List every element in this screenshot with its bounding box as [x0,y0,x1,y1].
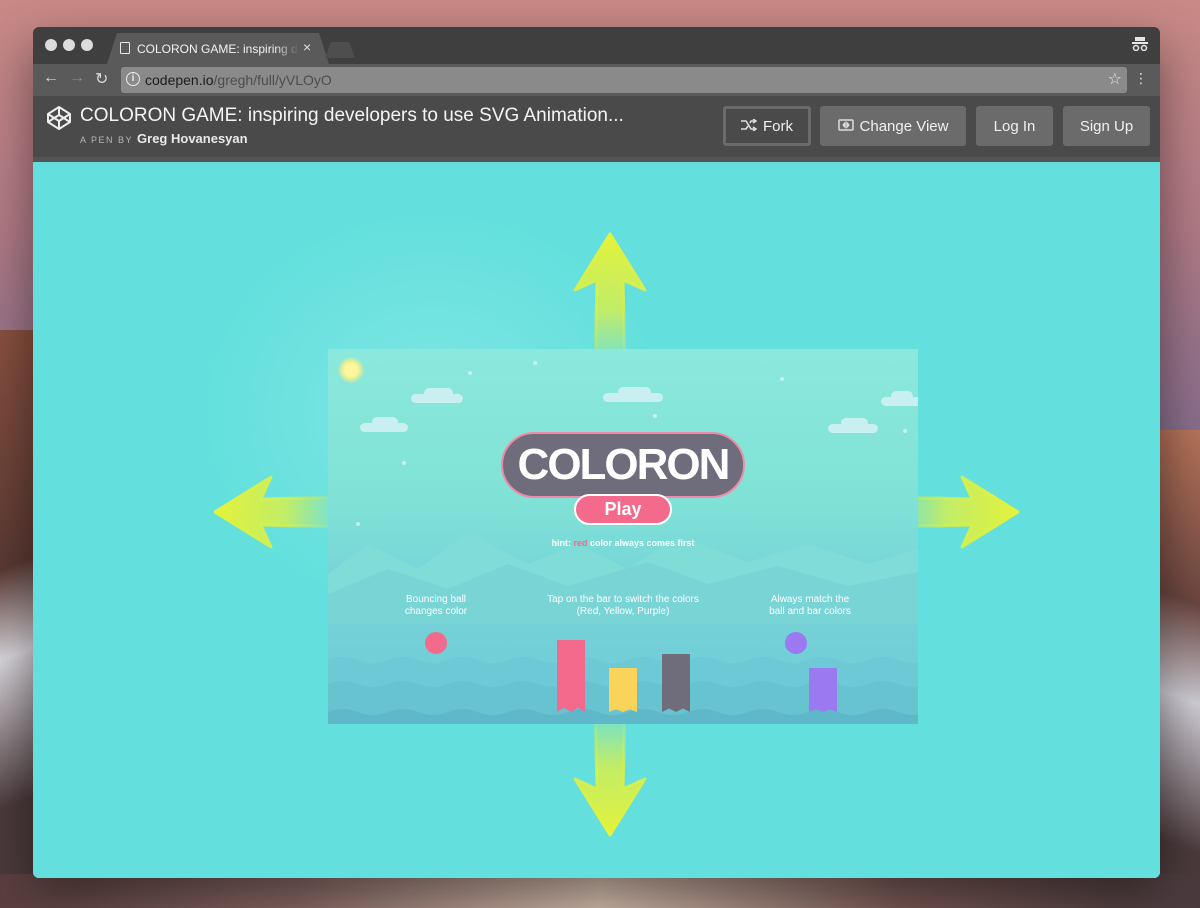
instruction-right: Always match the ball and bar colors [753,594,867,618]
dark-bar[interactable] [662,654,690,712]
change-view-label: Change View [859,117,949,135]
fork-icon [741,117,758,134]
pen-author[interactable]: Greg Hovanesyan [137,131,248,146]
game-title: COLORON [501,432,745,498]
hint-text: hint: red color always comes first [328,538,918,548]
red-bar[interactable] [557,640,585,712]
sun-icon [338,357,364,383]
play-button[interactable]: Play [574,494,672,525]
particle [903,429,907,433]
particle [402,461,406,465]
bookmark-star-icon[interactable]: ☆ [1108,69,1122,89]
address-bar[interactable]: i codepen.io/gregh/full/yVLOyO ☆ [121,67,1127,93]
cloud-icon [603,387,663,402]
hint-suffix: color always comes first [587,538,695,548]
game-canvas[interactable]: COLORON Play hint: red color always come… [328,349,918,724]
yellow-bar[interactable] [609,668,637,712]
log-in-button[interactable]: Log In [976,106,1053,146]
codepen-header: COLORON GAME: inspiring developers to us… [33,96,1160,157]
instruction-left-line2: changes color [404,606,468,617]
close-window-button[interactable] [45,39,57,51]
tab-title: COLORON GAME: inspiring developers to us… [137,42,299,56]
instruction-center-line1: Tap on the bar to switch the colors [547,594,699,605]
instruction-center-line2: (Red, Yellow, Purple) [576,606,670,617]
arrow-left-icon [213,475,343,549]
zoom-window-button[interactable] [81,39,93,51]
tab-bar: COLORON GAME: inspiring developers to us… [33,27,1160,64]
browser-tab[interactable]: COLORON GAME: inspiring developers to us… [107,33,329,64]
purple-ball [785,632,807,654]
change-view-icon [837,118,854,134]
pen-preview: COLORON Play hint: red color always come… [33,162,1160,878]
purple-bar[interactable] [809,668,837,712]
red-ball [425,632,447,654]
hint-prefix: hint: [551,538,574,548]
forward-arrow-icon[interactable]: → [69,69,85,87]
hint-color-word: red [573,538,588,548]
desktop-foreground [0,874,1200,908]
pen-title: COLORON GAME: inspiring developers to us… [80,105,624,126]
instruction-right-line2: ball and bar colors [769,606,851,617]
incognito-icon [1132,37,1148,54]
back-arrow-icon[interactable]: ← [43,69,59,87]
fork-button[interactable]: Fork [723,106,811,146]
cloud-icon [828,418,878,433]
info-icon[interactable]: i [126,72,140,86]
tab-close-icon[interactable]: × [303,39,311,55]
instruction-right-line1: Always match the [770,594,850,605]
instruction-left: Bouncing ball changes color [386,594,486,618]
instruction-left-line1: Bouncing ball [405,594,467,605]
browser-menu-icon[interactable]: ⋮ [1134,70,1148,87]
cloud-icon [411,388,463,403]
reload-icon[interactable]: ↻ [95,69,108,89]
url-path: /gregh/full/yVLOyO [213,72,332,88]
cloud-icon [881,391,918,406]
pen-by-label: A PEN BY [80,135,134,145]
particle [533,361,537,365]
particle [780,377,784,381]
codepen-logo-icon[interactable] [46,105,72,136]
sign-up-button[interactable]: Sign Up [1063,106,1150,146]
url-domain: codepen.io [145,72,214,88]
document-icon [120,42,130,54]
fork-label: Fork [763,117,793,135]
browser-toolbar: ← → ↻ i codepen.io/gregh/full/yVLOyO ☆ ⋮ [33,64,1160,96]
minimize-window-button[interactable] [63,39,75,51]
url-text: codepen.io/gregh/full/yVLOyO [145,72,332,88]
pen-author-line: A PEN BY Greg Hovanesyan [80,131,248,146]
particle [653,414,657,418]
cloud-icon [360,417,408,432]
browser-window: COLORON GAME: inspiring developers to us… [33,27,1160,878]
change-view-button[interactable]: Change View [820,106,966,146]
instruction-center: Tap on the bar to switch the colors (Red… [523,594,723,618]
arrow-down-icon [573,707,647,837]
new-tab-button[interactable] [325,42,355,58]
particle [468,371,472,375]
